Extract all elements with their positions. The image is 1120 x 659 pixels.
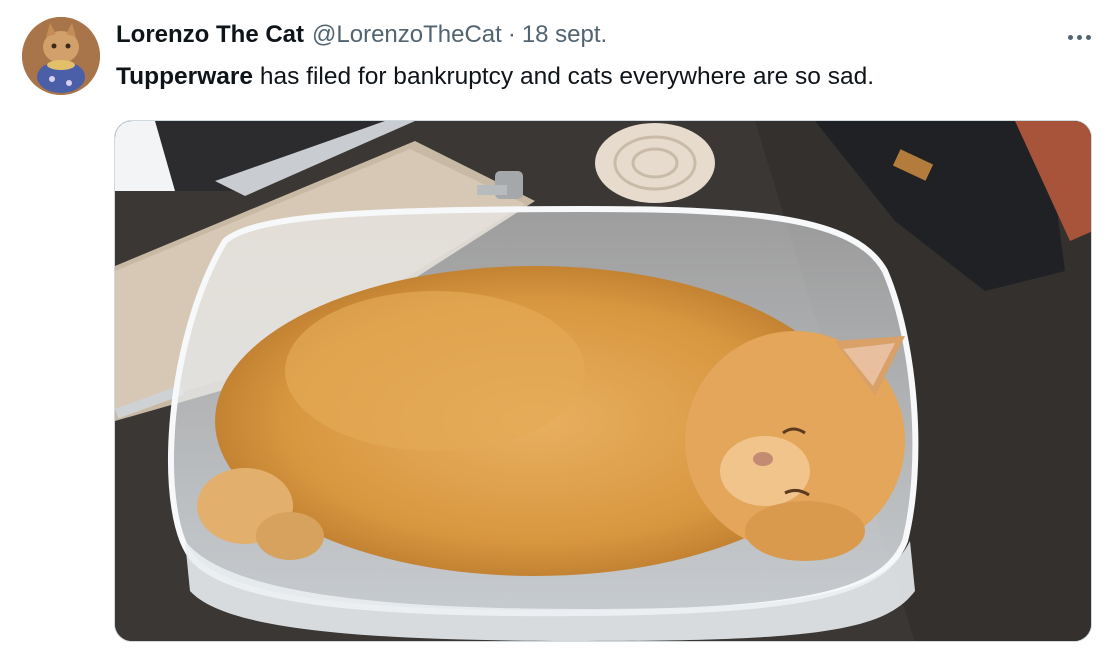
tweet-text: Tupperware has filed for bankruptcy and … <box>116 60 874 94</box>
tweet-text-bold: Tupperware <box>116 63 254 90</box>
tweet-text-rest: has filed for bankruptcy and cats everyw… <box>253 63 875 90</box>
tweet-date[interactable]: 18 sept. <box>522 21 607 49</box>
author-name[interactable]: Lorenzo The Cat <box>116 21 304 49</box>
more-horizontal-icon[interactable] <box>1062 24 1096 50</box>
tweet-card[interactable]: Lorenzo The Cat @LorenzoTheCat · 18 sept… <box>0 0 1120 659</box>
author-handle[interactable]: @LorenzoTheCat <box>312 21 502 49</box>
avatar[interactable] <box>22 17 100 95</box>
tweet-header: Lorenzo The Cat @LorenzoTheCat · 18 sept… <box>116 18 607 52</box>
tweet-photo[interactable] <box>114 120 1092 642</box>
header-separator: · <box>507 21 516 48</box>
